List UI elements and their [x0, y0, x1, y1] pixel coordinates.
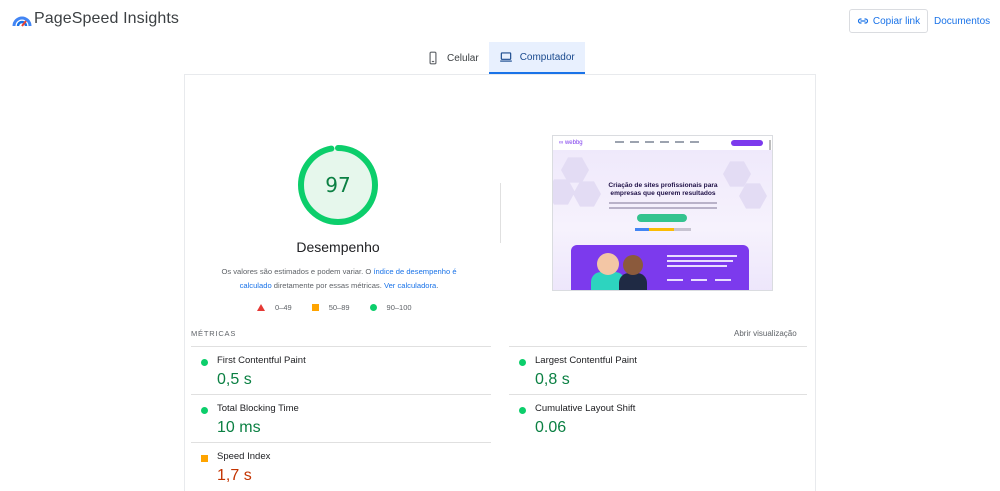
laptop-icon [499, 52, 512, 62]
metric-name: Total Blocking Time [217, 403, 299, 414]
device-tabs: Celular Computador [416, 42, 585, 74]
metrics-divider [509, 346, 807, 347]
tab-desktop[interactable]: Computador [488, 42, 585, 74]
metric-tbt: Total Blocking Time 10 ms [191, 397, 481, 445]
expand-view-toggle[interactable]: Abrir visualização [734, 329, 797, 338]
average-square-icon [201, 455, 208, 462]
performance-note: Os valores são estimados e podem variar.… [213, 265, 465, 293]
docs-link[interactable]: Documentos [934, 16, 990, 27]
metric-value: 10 ms [217, 419, 261, 436]
pass-dot-icon [519, 359, 526, 366]
metrics-divider [191, 346, 491, 347]
copy-link-label: Copiar link [872, 15, 921, 27]
divider [500, 183, 501, 243]
metrics-title: MÉTRICAS [191, 329, 237, 338]
tab-mobile[interactable]: Celular [416, 42, 489, 74]
pass-dot-icon [201, 359, 208, 366]
screenshot-nav: ∞ webbg [553, 136, 772, 150]
metric-value: 0,5 s [217, 371, 252, 388]
metric-fcp: First Contentful Paint 0,5 s [191, 349, 481, 397]
metric-name: Largest Contentful Paint [535, 355, 637, 366]
note-text-2: diretamente por essas métricas. [271, 281, 384, 290]
link-icon [857, 18, 868, 24]
app-title[interactable]: PageSpeed Insights [34, 10, 179, 28]
screenshot-feature-box [571, 245, 749, 290]
metric-value: 0.06 [535, 419, 567, 436]
legend-fail: 0–49 [257, 303, 292, 312]
metric-cls: Cumulative Layout Shift 0.06 [509, 397, 799, 445]
pass-dot-icon [201, 407, 208, 414]
metric-lcp: Largest Contentful Paint 0,8 s [509, 349, 799, 397]
legend-average: 50–89 [311, 303, 350, 312]
page-screenshot: ∞ webbg Criação de sites profissionais p… [552, 135, 773, 291]
top-bar: PageSpeed Insights Copiar link Documento… [0, 0, 1000, 42]
calculator-link[interactable]: Ver calculadora [384, 281, 436, 290]
metric-value: 1,7 s [217, 467, 252, 484]
note-text-3: . [436, 281, 439, 290]
screenshot-headline: Criação de sites profissionais para empr… [608, 182, 718, 197]
legend-pass-label: 90–100 [386, 303, 412, 312]
screenshot-cta [731, 140, 763, 146]
tab-mobile-label: Celular [447, 52, 479, 64]
metric-name: Cumulative Layout Shift [535, 403, 636, 414]
legend-average-label: 50–89 [328, 303, 350, 312]
circle-icon [369, 304, 377, 311]
phone-icon [429, 51, 437, 65]
metric-name: First Contentful Paint [217, 355, 306, 366]
screenshot-rating [635, 228, 691, 231]
metric-speed-index: Speed Index 1,7 s [191, 445, 481, 491]
performance-title: Desempenho [296, 239, 380, 255]
screenshot-scrollbar [769, 140, 771, 150]
metric-value: 0,8 s [535, 371, 570, 388]
tab-desktop-label: Computador [519, 51, 575, 63]
screenshot-button [637, 214, 687, 222]
report-card: 97 Desempenho Os valores são estimados e… [184, 74, 816, 491]
performance-score: 97 [325, 173, 351, 197]
metric-name: Speed Index [217, 451, 271, 462]
square-icon [311, 304, 319, 311]
note-text-1: Os valores são estimados e podem variar.… [221, 267, 374, 276]
screenshot-logo: ∞ webbg [559, 140, 583, 146]
score-legend: 0–49 50–89 90–100 [257, 303, 412, 312]
legend-fail-label: 0–49 [275, 303, 292, 312]
screenshot-nav-links [615, 141, 699, 143]
screenshot-hero: Criação de sites profissionais para empr… [553, 150, 772, 290]
triangle-icon [257, 304, 265, 311]
legend-pass: 90–100 [369, 303, 412, 312]
pagespeed-logo-icon[interactable] [12, 12, 32, 28]
copy-link-button[interactable]: Copiar link [849, 9, 928, 33]
pass-dot-icon [519, 407, 526, 414]
